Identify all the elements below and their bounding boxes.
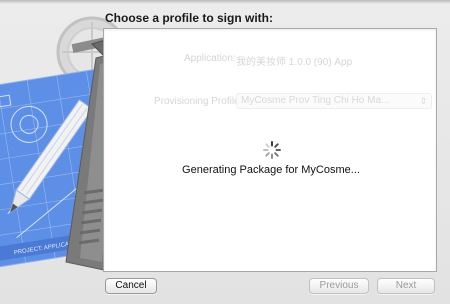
next-button[interactable]: Next — [377, 278, 435, 294]
provisioning-profile-label: Provisioning Profile: — [154, 96, 243, 107]
provisioning-profile-value: MyCosme Prov Ting Chi Ho Ma... — [241, 95, 390, 106]
status-message: Generating Package for MyCosme... — [182, 164, 360, 176]
provisioning-profile-select: MyCosme Prov Ting Chi Ho Ma... ⇕ — [236, 93, 432, 109]
loading-spinner-icon — [263, 141, 281, 159]
select-arrows-icon: ⇕ — [419, 96, 427, 106]
previous-button[interactable]: Previous — [309, 278, 369, 294]
cancel-button[interactable]: Cancel — [105, 278, 157, 294]
application-value: 我的美妆师 1.0.0 (90) App — [236, 57, 353, 68]
application-label: Application: — [184, 53, 236, 64]
content-panel: Application: 我的美妆师 1.0.0 (90) App Provis… — [103, 28, 437, 272]
sheet-title: Choose a profile to sign with: — [105, 11, 273, 25]
